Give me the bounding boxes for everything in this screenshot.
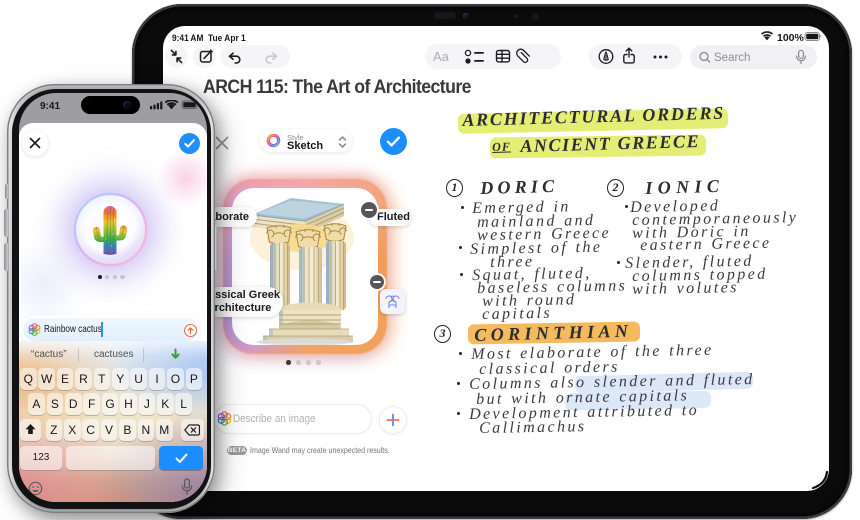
svg-text:Search: Search [714, 52, 750, 64]
svg-text:Aa: Aa [433, 49, 450, 64]
svg-text:100%: 100% [777, 32, 805, 43]
